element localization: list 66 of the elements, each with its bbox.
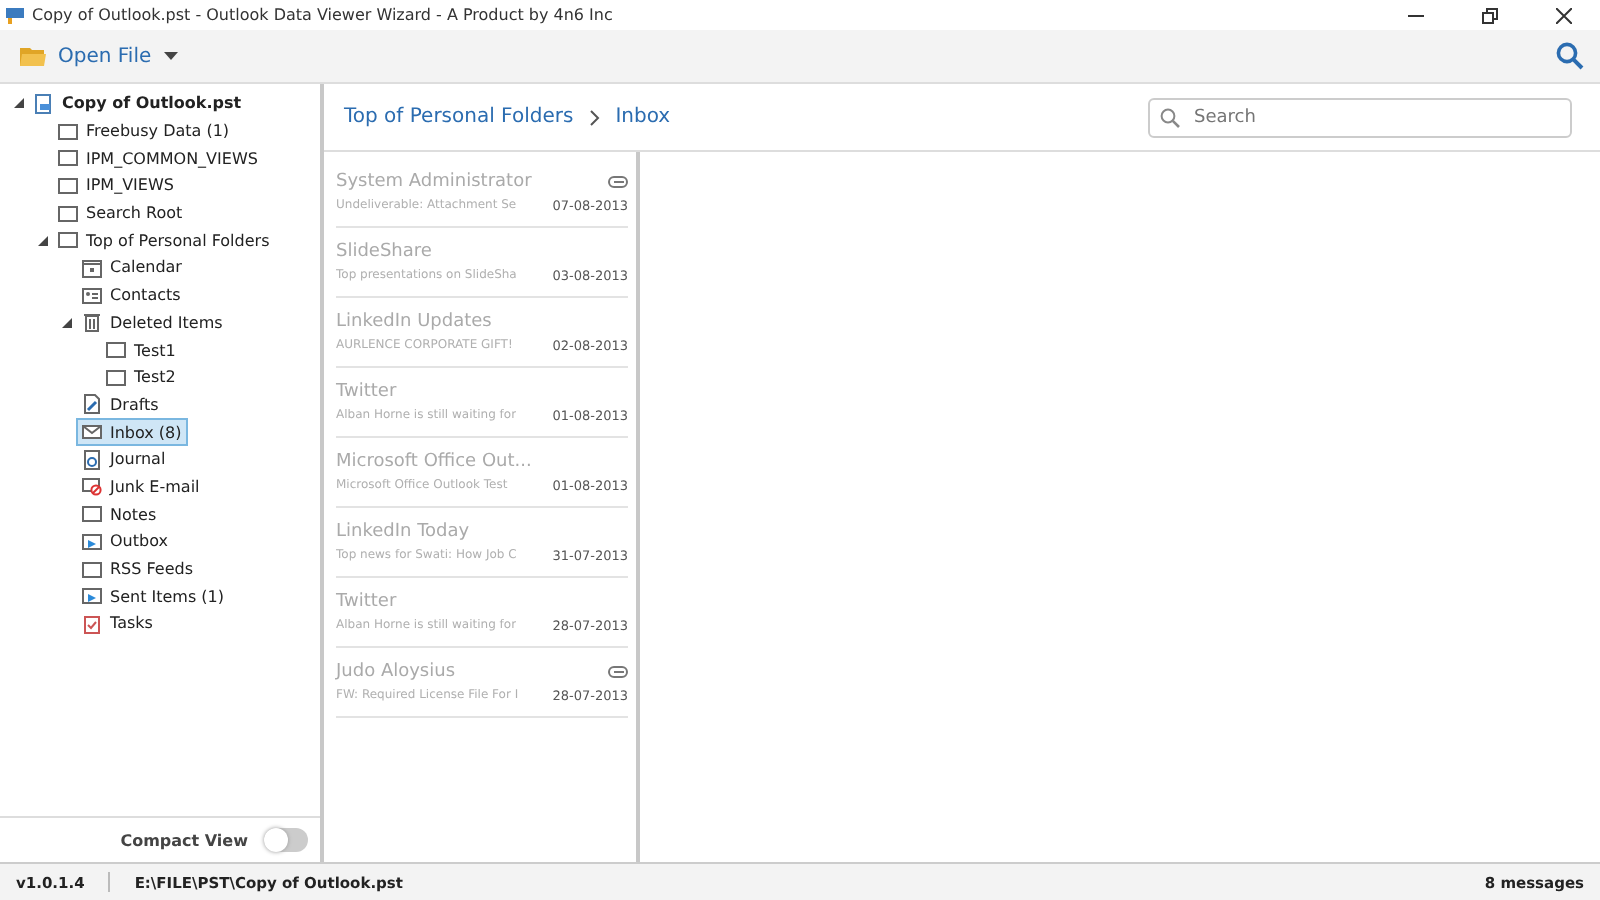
folder-tree-item[interactable]: RSS Feeds bbox=[76, 555, 200, 584]
folder-tree-item[interactable]: Freebusy Data (1) bbox=[52, 117, 236, 146]
message-sender: SlideShare bbox=[336, 241, 432, 261]
folder-tree-item[interactable]: Test2 bbox=[100, 363, 182, 392]
message-sender: Twitter bbox=[336, 591, 397, 611]
folder-icon bbox=[106, 367, 126, 388]
expanded-arrow-icon[interactable] bbox=[61, 317, 71, 328]
folder-tree-item[interactable]: Calendar bbox=[76, 253, 188, 282]
app-icon bbox=[6, 6, 24, 24]
folder-tree-item[interactable]: IPM_VIEWS bbox=[52, 171, 180, 200]
envelope-icon bbox=[82, 422, 102, 443]
calendar-icon bbox=[82, 257, 102, 278]
compact-view-toggle[interactable] bbox=[264, 828, 308, 852]
pencil-document-icon bbox=[82, 394, 102, 415]
compact-view-label: Compact View bbox=[120, 831, 248, 849]
folder-tree-item[interactable]: Sent Items (1) bbox=[76, 582, 231, 611]
breadcrumb-link[interactable]: Top of Personal Folders bbox=[344, 106, 574, 128]
folder-tree-item[interactable]: Drafts bbox=[76, 390, 165, 419]
expanded-arrow-icon[interactable] bbox=[13, 98, 23, 109]
folder-tree-item[interactable]: Notes bbox=[76, 500, 163, 529]
folder-icon bbox=[58, 148, 78, 169]
search-icon bbox=[1160, 107, 1180, 127]
folder-tree-item[interactable]: Contacts bbox=[76, 281, 187, 310]
folder-icon bbox=[20, 46, 46, 66]
open-file-button[interactable]: Open File bbox=[16, 41, 182, 71]
data-file-icon bbox=[34, 93, 54, 114]
folder-tree-item[interactable]: Search Root bbox=[52, 199, 189, 228]
message-sender: Microsoft Office Out... bbox=[336, 451, 532, 471]
folder-tree-item[interactable]: Deleted Items bbox=[76, 308, 229, 337]
folder-tree-item[interactable]: Copy of Outlook.pst bbox=[28, 89, 248, 118]
folder-tree-item[interactable]: Tasks bbox=[76, 609, 159, 638]
folder-tree-item[interactable]: Inbox (8) bbox=[76, 418, 188, 447]
message-sender: LinkedIn Updates bbox=[336, 311, 492, 331]
folder-tree-item[interactable]: Junk E-mail bbox=[76, 472, 206, 501]
journal-icon bbox=[82, 449, 102, 470]
folder-tree-item[interactable]: Journal bbox=[76, 445, 172, 474]
search-field[interactable]: Search bbox=[1148, 97, 1572, 137]
contact-card-icon bbox=[82, 285, 102, 306]
clipboard-icon bbox=[82, 613, 102, 634]
caret-icon bbox=[163, 52, 178, 60]
chevron-right-icon bbox=[589, 109, 600, 125]
message-sender: Judo Aloysius bbox=[336, 661, 456, 681]
breadcrumb-link[interactable]: Inbox bbox=[615, 106, 671, 128]
folder-tree-item[interactable]: Top of Personal Folders bbox=[52, 226, 276, 255]
folder-icon bbox=[82, 504, 102, 525]
restore-icon bbox=[1481, 7, 1497, 23]
folder-icon bbox=[58, 175, 78, 196]
trash-icon bbox=[82, 312, 102, 333]
search-button[interactable] bbox=[1556, 42, 1584, 70]
outgoing-folder-icon bbox=[82, 586, 102, 607]
folder-tree-item[interactable]: Test1 bbox=[100, 336, 182, 365]
message-sender: LinkedIn Today bbox=[336, 521, 470, 541]
message-sender: Twitter bbox=[336, 381, 397, 401]
junk-mail-icon bbox=[82, 476, 102, 497]
window-title: Copy of Outlook.pst - Outlook Data Viewer Wizard - A Product by 4n6 Inc bbox=[32, 6, 615, 24]
close-icon bbox=[1555, 7, 1571, 23]
folder-icon bbox=[82, 559, 102, 580]
folder-icon bbox=[58, 203, 78, 224]
folder-tree-item[interactable]: Outbox bbox=[76, 527, 174, 556]
outgoing-folder-icon bbox=[82, 531, 102, 552]
message-sender: System Administrator bbox=[336, 171, 532, 191]
expanded-arrow-icon[interactable] bbox=[37, 235, 47, 246]
folder-icon bbox=[58, 230, 78, 251]
folder-icon bbox=[106, 340, 126, 361]
folder-icon bbox=[58, 121, 78, 142]
folder-tree-item[interactable]: IPM_COMMON_VIEWS bbox=[52, 144, 264, 173]
